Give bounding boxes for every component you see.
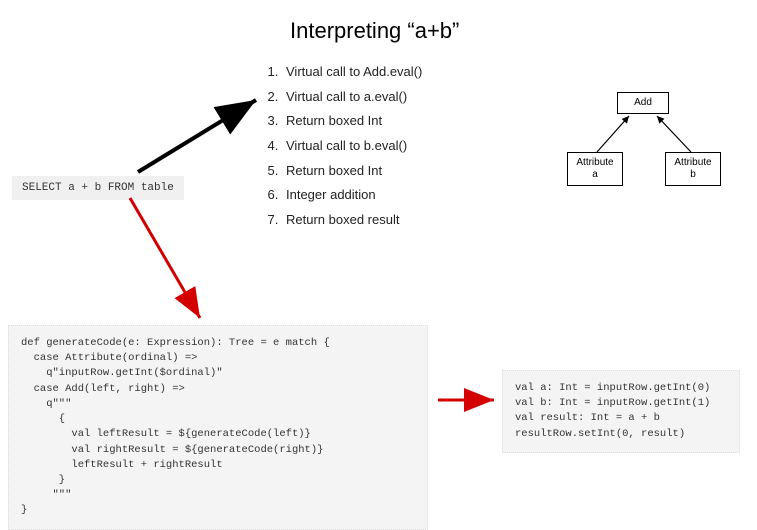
step-item: Return boxed Int xyxy=(282,109,422,134)
generate-code-snippet: def generateCode(e: Expression): Tree = … xyxy=(8,325,428,530)
step-item: Virtual call to a.eval() xyxy=(282,85,422,110)
step-item: Virtual call to b.eval() xyxy=(282,134,422,159)
page-title: Interpreting “a+b” xyxy=(290,18,459,44)
interpretation-steps: Virtual call to Add.eval() Virtual call … xyxy=(262,60,422,233)
step-item: Integer addition xyxy=(282,183,422,208)
expression-tree: Add Attribute a Attribute b xyxy=(555,92,735,212)
step-item: Return boxed result xyxy=(282,208,422,233)
step-item: Return boxed Int xyxy=(282,159,422,184)
tree-edges xyxy=(555,92,735,212)
generated-output-snippet: val a: Int = inputRow.getInt(0) val b: I… xyxy=(502,370,740,453)
step-item: Virtual call to Add.eval() xyxy=(282,60,422,85)
sql-query-box: SELECT a + b FROM table xyxy=(12,176,184,200)
